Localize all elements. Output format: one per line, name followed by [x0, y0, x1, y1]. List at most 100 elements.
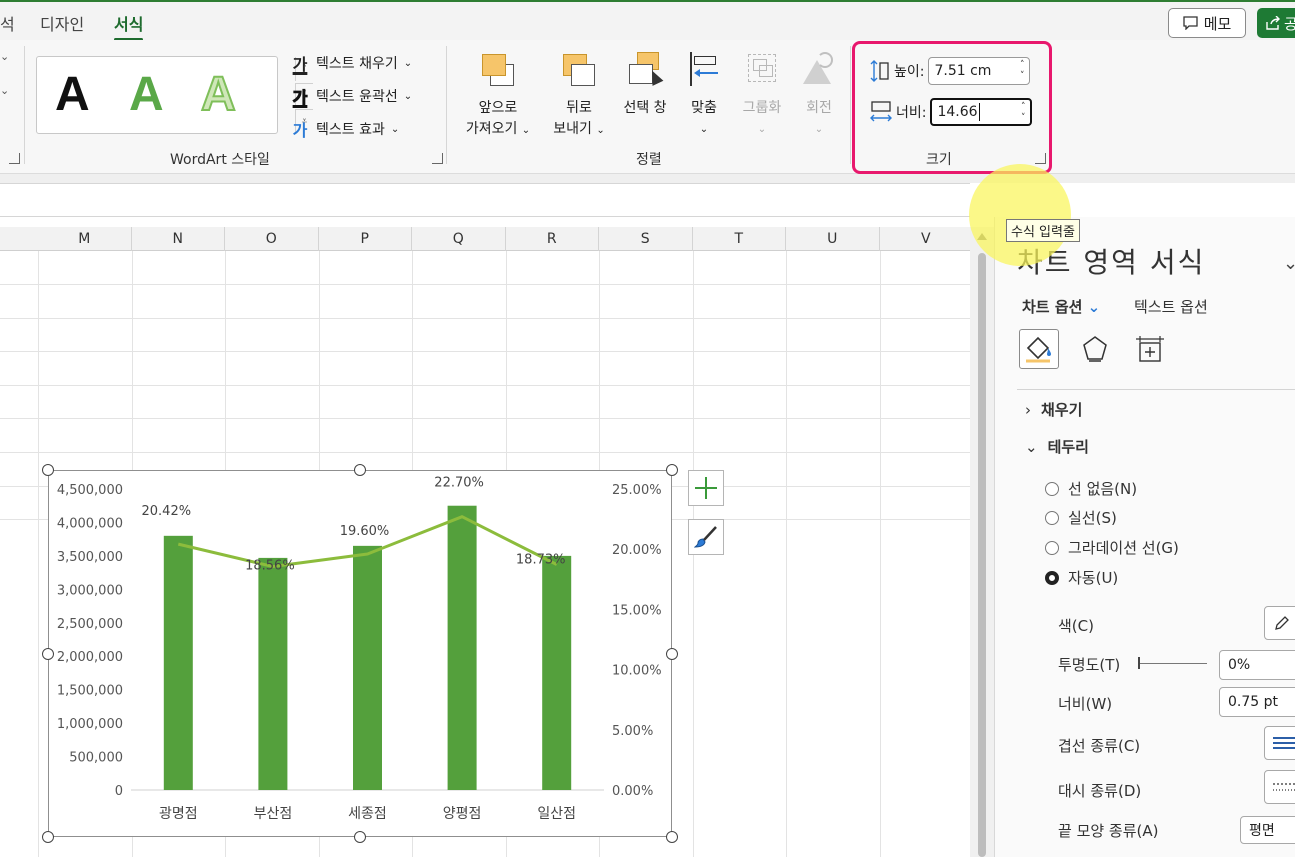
text-outline-icon: 가 — [292, 88, 308, 108]
radio-button[interactable] — [1045, 481, 1059, 496]
wordart-style-green[interactable]: A — [129, 67, 164, 122]
chart-styles-button[interactable] — [688, 519, 724, 555]
column-header-N[interactable]: N — [132, 227, 225, 251]
row-gridline — [0, 418, 970, 420]
share-label: 공 — [1284, 14, 1295, 33]
radio-button[interactable] — [1045, 510, 1059, 525]
column-header-O[interactable]: O — [225, 227, 319, 251]
radio-no-line[interactable]: 선 없음(N) — [1045, 478, 1137, 499]
percent-data-label: 18.56% — [245, 559, 295, 574]
pencil-icon — [1275, 616, 1289, 630]
plus-icon — [695, 477, 717, 499]
effects-tab[interactable] — [1075, 329, 1115, 369]
wordart-group-label: WordArt 스타일 — [170, 152, 270, 168]
text-effects-button[interactable]: 가 텍스트 효과 ⌄ — [290, 117, 400, 141]
resize-handle[interactable] — [666, 647, 678, 660]
border-section-header[interactable]: ⌄ 테두리 — [1025, 436, 1089, 457]
wordart-style-gallery[interactable]: A A A ˄ ˅ ⩡ — [36, 56, 313, 134]
text-fill-button[interactable]: 가 텍스트 채우기 ⌄ — [290, 51, 413, 75]
transparency-slider-thumb[interactable] — [1138, 657, 1140, 669]
y2-axis-tick-label: 10.00% — [612, 664, 662, 679]
dash-type-dropdown[interactable] — [1264, 770, 1295, 804]
scroll-thumb[interactable] — [978, 253, 986, 857]
align-button[interactable]: 맞춤 ⌄ — [680, 50, 728, 140]
dash-type-label: 대시 종류(D) — [1058, 782, 1142, 800]
resize-handle[interactable] — [42, 647, 54, 660]
radio-solid-line[interactable]: 실선(S) — [1045, 507, 1117, 528]
size-properties-tab[interactable] — [1129, 329, 1169, 369]
y-axis-tick-label: 4,500,000 — [57, 483, 123, 498]
radio-label: 자동(U) — [1068, 569, 1119, 587]
compound-type-dropdown[interactable] — [1264, 726, 1295, 760]
column-header-Q[interactable]: Q — [412, 227, 506, 251]
column-header-R[interactable]: R — [506, 227, 599, 251]
tab-data-partial[interactable]: 석 — [0, 11, 15, 35]
y2-axis-tick-label: 15.00% — [612, 603, 662, 618]
formula-bar[interactable] — [0, 183, 970, 217]
grid-vertical-scrollbar[interactable] — [970, 227, 994, 857]
radio-automatic[interactable]: 자동(U) — [1045, 567, 1118, 588]
column-header-P[interactable]: P — [319, 227, 412, 251]
group-button[interactable]: 그룹화 ⌄ — [734, 50, 790, 140]
row-gridline — [0, 284, 970, 285]
dialog-launcher-icon[interactable] — [9, 153, 20, 164]
fill-section-header[interactable]: › 채우기 — [1025, 399, 1082, 420]
resize-handle[interactable] — [42, 831, 54, 843]
chevron-down-icon[interactable]: ⌄ — [0, 50, 9, 63]
tab-text-options[interactable]: 텍스트 옵션 — [1134, 296, 1208, 317]
column-header-S[interactable]: S — [599, 227, 693, 251]
color-picker-button[interactable] — [1264, 606, 1295, 640]
chevron-down-icon: ⌄ — [699, 124, 709, 135]
cap-type-dropdown[interactable]: 평면 — [1240, 816, 1295, 844]
chevron-down-icon[interactable]: ⌄ — [1283, 253, 1295, 274]
x-axis-tick-label: 부산점 — [254, 806, 293, 822]
column-header-M[interactable]: M — [38, 227, 132, 251]
chart-area[interactable]: 4,500,000 4,000,000 3,500,000 3,000,000 2,50… — [48, 470, 672, 837]
group-separator — [24, 46, 25, 164]
bring-forward-label-1: 앞으로 — [478, 100, 518, 116]
selection-pane-icon — [627, 50, 664, 88]
column-header-U[interactable]: U — [786, 227, 880, 251]
column-header-V[interactable]: V — [880, 227, 971, 251]
radio-button[interactable] — [1045, 540, 1059, 555]
bring-forward-button[interactable]: 앞으로 가져오기 ⌄ — [458, 50, 538, 141]
chart-elements-button[interactable] — [688, 470, 724, 506]
fill-section-label: 채우기 — [1041, 401, 1083, 419]
group-label: 그룹화 — [742, 100, 782, 116]
share-button[interactable]: 공 — [1257, 8, 1295, 38]
resize-handle[interactable] — [42, 464, 54, 476]
y-axis-tick-label: 1,000,000 — [57, 717, 123, 732]
rotate-button[interactable]: 회전 ⌄ — [796, 50, 842, 140]
resize-handle[interactable] — [354, 831, 366, 843]
selection-pane-button[interactable]: 선택 창 — [616, 50, 674, 119]
memo-button[interactable]: 메모 — [1168, 8, 1246, 38]
x-axis-tick-label: 세종점 — [348, 806, 387, 822]
chevron-down-icon[interactable]: ⌄ — [0, 84, 9, 97]
chevron-right-icon: › — [1025, 400, 1031, 419]
dialog-launcher-icon[interactable] — [432, 153, 443, 164]
transparency-slider[interactable] — [1139, 663, 1207, 664]
resize-handle[interactable] — [666, 464, 678, 476]
resize-handle[interactable] — [666, 831, 678, 843]
resize-handle[interactable] — [354, 464, 366, 476]
transparency-input[interactable]: 0% — [1219, 650, 1295, 680]
bring-forward-label-2: 가져오기 ⌄ — [465, 121, 531, 137]
radio-gradient-line[interactable]: 그라데이션 선(G) — [1045, 537, 1179, 558]
tab-format[interactable]: 서식 — [114, 11, 144, 41]
text-outline-button[interactable]: 가 텍스트 윤곽선 ⌄ — [290, 84, 412, 108]
send-backward-icon — [561, 50, 597, 88]
wordart-style-outline[interactable]: A — [200, 67, 237, 122]
row-gridline — [0, 317, 970, 319]
line-width-value: 0.75 pt — [1228, 694, 1278, 710]
wordart-style-black[interactable]: A — [55, 67, 90, 122]
column-header-T[interactable]: T — [693, 227, 786, 251]
radio-button-checked[interactable] — [1045, 570, 1059, 585]
tab-design[interactable]: 디자인 — [40, 11, 84, 35]
fill-line-tab[interactable] — [1019, 329, 1059, 369]
send-backward-button[interactable]: 뒤로 보내기 ⌄ — [546, 50, 612, 141]
line-width-input[interactable]: 0.75 pt — [1219, 687, 1295, 717]
tab-chart-options[interactable]: 차트 옵션 ⌄ — [1022, 296, 1100, 317]
chevron-down-icon: ⌄ — [1025, 437, 1038, 456]
x-axis-tick-label: 양평점 — [443, 806, 482, 822]
row-gridline — [0, 384, 970, 386]
